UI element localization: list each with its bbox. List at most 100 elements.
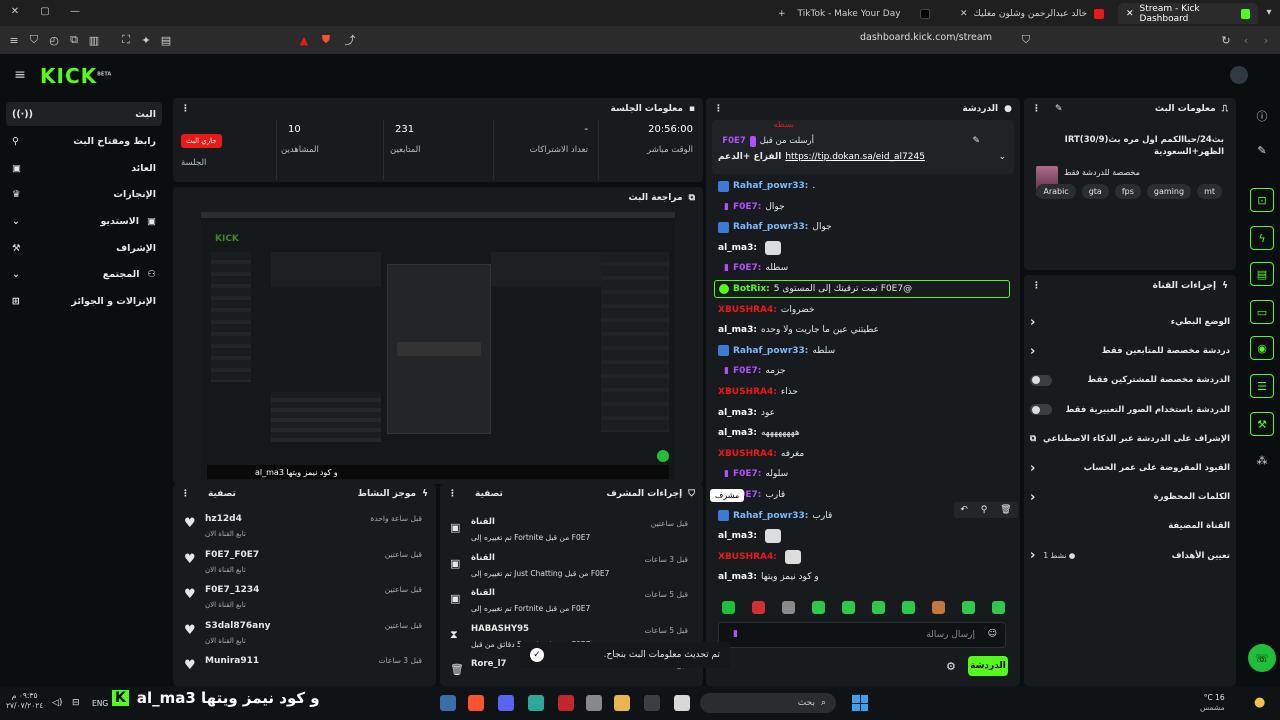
emote-icon[interactable] [782,601,795,614]
more-options-icon[interactable]: ⋮ [1032,104,1041,114]
bolt-icon[interactable]: ϟ [1250,226,1274,250]
chat-username[interactable]: XBUSHRA4: [718,552,777,562]
chat-username[interactable]: al_ma3: [718,572,757,582]
close-tab-icon[interactable]: ✕ [1126,9,1134,19]
sidebar-item-moderation[interactable]: ⚒ الإشراف [6,236,162,260]
emote-icon[interactable] [962,601,975,614]
sidebar-item-studio[interactable]: ⌄ الاستديو ▣ [6,209,162,233]
stream-category[interactable]: مخصصة للدردشة فقط [1064,168,1140,177]
pinned-message[interactable]: بسطه أرسلت من قبل F0E7 ✎ الفزاع +الدعم h… [712,120,1014,174]
sidebar-item-revenue[interactable]: ▣ العائد [6,156,162,180]
sidebar-item-achievements[interactable]: ♛ الإنجازات [6,182,162,206]
chat-message[interactable]: XBUSHRA4: مغرفه [718,445,1008,463]
chat-message[interactable]: XBUSHRA4: خضروات [718,301,1008,319]
channel-action-item[interactable]: › الوضع البطيء [1030,308,1230,336]
pinned-link[interactable]: https://tip.dokan.sa/eid_al7245 [785,152,925,162]
emote-icon[interactable] [992,601,1005,614]
chat-username[interactable]: Rahaf_powr33: [733,346,808,356]
chat-message[interactable]: al_ma3: و كود نيمز ويتها [718,568,1008,586]
broadcast-icon[interactable]: ◉ [1250,336,1274,360]
history-icon[interactable]: ◴ [44,30,64,50]
bot-message[interactable]: BotRix: @F0E7 تمت ترقيتك إلى المستوى 5 [714,280,1010,298]
language-indicator[interactable]: ENG [92,699,108,708]
pinned-user[interactable]: F0E7 [722,136,745,147]
activity-item[interactable]: ♥ F0E7_1234 تابع القناة الان قبل ساعتين [180,581,430,613]
chat-message[interactable]: Rahaf_powr33: سلطه [718,342,1008,360]
speaker-icon[interactable]: ◁) [52,698,62,708]
tab-youtube[interactable]: ✕ اغنية خالد عبدالرحمن وشلون مغليك - [952,3,1112,24]
emote-icon[interactable] [872,601,885,614]
forward-icon[interactable]: › [1256,30,1276,50]
camera-icon[interactable]: ⊡ [1250,188,1274,212]
chat-message[interactable]: Rahaf_powr33: جوال [718,218,1008,236]
discord-app-icon[interactable] [498,695,514,711]
more-options-icon[interactable]: ⋮ [181,104,190,114]
emote-icon[interactable] [902,601,915,614]
chat-username[interactable]: Rahaf_powr33: [733,222,808,232]
emote-icon[interactable] [842,601,855,614]
toggle-switch[interactable] [1030,404,1052,416]
chat-username[interactable]: al_ma3: [718,531,757,541]
channel-action-item[interactable]: القناة المضيفة [1030,512,1230,540]
sidebar-item-stream[interactable]: ((·)) البث [6,102,162,126]
support-button[interactable]: ☏ [1248,644,1276,672]
brave-app-icon[interactable] [468,695,484,711]
activity-username[interactable]: F0E7_F0E7 [205,550,259,560]
emote-icon[interactable] [752,601,765,614]
more-options-icon[interactable]: ⋮ [714,104,723,114]
chat-username[interactable]: XBUSHRA4: [718,449,777,459]
chat-username[interactable]: F0E7: [733,469,761,479]
chat-username[interactable]: F0E7: [733,202,761,212]
url-text[interactable]: dashboard.kick.com/stream [860,32,992,43]
toggle-switch[interactable] [1030,374,1052,386]
channel-action-item[interactable]: › نشط 1 ● تعيين الأهداف [1030,542,1230,570]
desktop-app-icon[interactable] [674,695,690,711]
chat-message[interactable]: al_ma3: [718,527,1008,545]
chat-message[interactable]: XBUSHRA4: [718,548,1008,566]
chat-username[interactable]: BotRix: [733,284,770,294]
more-options-icon[interactable]: ⋮ [181,489,190,499]
channel-action-item[interactable]: ⧉ الإشراف على الدردشة عبر الذكاء الاصطناع… [1030,425,1230,453]
recorder-app-icon[interactable] [558,695,574,711]
chat-message[interactable]: al_ma3: [718,239,1008,257]
tab-kick-dashboard[interactable]: ✕ Stream - Kick Dashboard [1118,3,1258,24]
activity-item[interactable]: ♥ F0E7_F0E7 تابع القناة الان قبل ساعتين [180,546,430,578]
channel-action-item[interactable]: › دردشة مخصصة للمتابعين فقط [1030,337,1230,365]
chat-username[interactable]: al_ma3: [718,408,757,418]
share-icon[interactable]: ⤴ [340,30,360,50]
stream-preview-video[interactable]: KICK al_ma3 و كود نيمز ويتها [201,212,675,480]
close-tab-icon[interactable]: ✕ [960,9,968,19]
channel-action-item[interactable]: › القيود المفروضة على عمر الحساب [1030,454,1230,482]
chat-username[interactable]: XBUSHRA4: [718,387,777,397]
activity-username[interactable]: hz12d4 [205,514,242,524]
filter-button[interactable]: تصفية [208,489,236,499]
window-app-icon[interactable] [644,695,660,711]
brave-shield-icon[interactable]: ⛊ [316,30,336,50]
chat-message[interactable]: XBUSHRA4: حذاء [718,383,1008,401]
menu-icon[interactable]: ≡ [4,30,24,50]
info-icon[interactable]: ⓘ [1250,104,1274,128]
bookmark-icon[interactable]: ⛉ [1016,30,1036,50]
chat-username[interactable]: al_ma3: [718,325,757,335]
wallet-icon[interactable]: ▤ [156,30,176,50]
network-icon[interactable]: ⊟ [72,698,80,708]
pin-icon[interactable]: ⚲ [981,505,988,515]
tag-chip[interactable]: gta [1081,184,1109,199]
activity-username[interactable]: S3dal876any [205,621,270,631]
channel-action-item[interactable]: › الكلمات المحظورة [1030,483,1230,511]
hamburger-menu-icon[interactable]: ≡ [10,65,30,85]
tag-chip[interactable]: fps [1114,184,1141,199]
chat-username[interactable]: al_ma3: [718,243,757,253]
mod-action-item[interactable]: ▣ القناة تم تغييره إلى Fortnite من قبل F0E… [446,586,696,618]
window-close-icon[interactable]: ✕ [0,6,30,17]
activity-username[interactable]: Munira911 [205,656,259,666]
activity-username[interactable]: F0E7_1234 [205,585,259,595]
settings-gear-icon[interactable]: ⚙ [946,660,956,673]
activity-item[interactable]: ♥ S3dal876any تابع القناة الان قبل ساعتين [180,617,430,649]
folder-app-icon[interactable] [614,695,630,711]
sidebar-icon[interactable]: ▥ [84,30,104,50]
reload-icon[interactable]: ↻ [1216,30,1236,50]
sidebar-item-community[interactable]: ⌄ المجتمع ⚇ [6,262,162,286]
reply-icon[interactable]: ↶ [960,505,968,515]
kick-logo[interactable]: KICKBETA [40,64,111,88]
